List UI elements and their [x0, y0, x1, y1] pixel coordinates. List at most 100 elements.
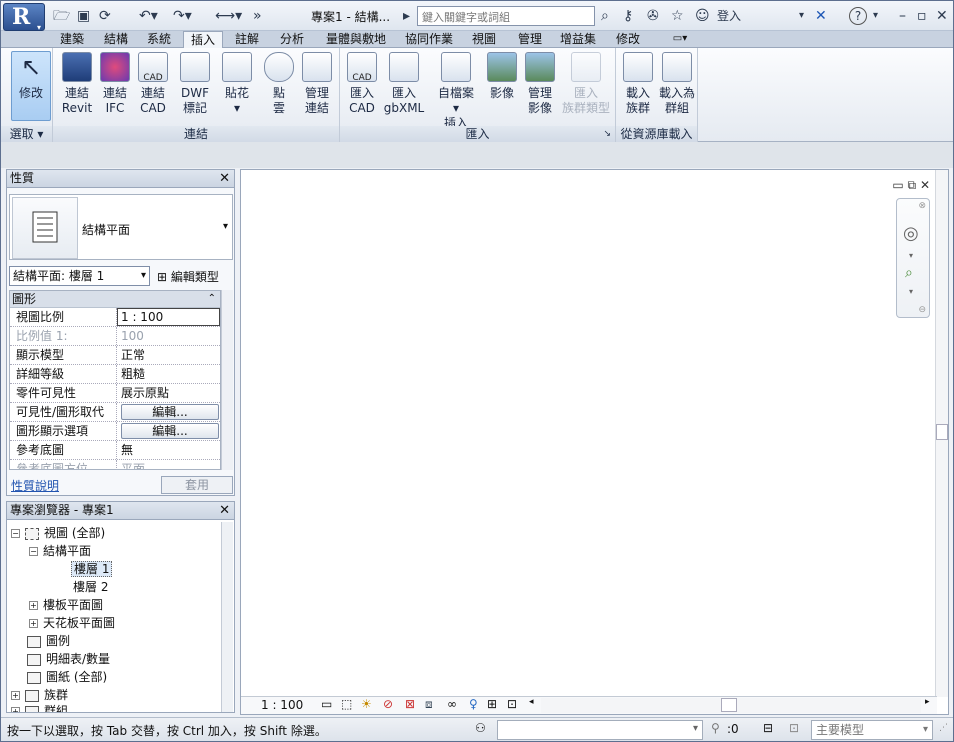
- expand-icon[interactable]: +: [29, 601, 38, 610]
- dwf-markup-button[interactable]: DWF 標記: [177, 52, 213, 116]
- sun-path-icon[interactable]: ☀: [361, 697, 372, 711]
- redo-icon[interactable]: ↷▾: [173, 6, 192, 26]
- navbar-options-icon[interactable]: ⊖: [918, 305, 926, 315]
- tree-node-ceiling-plans[interactable]: + 天花板平面圖: [29, 615, 115, 632]
- more-tools-icon[interactable]: »: [253, 6, 262, 26]
- save-icon[interactable]: ▣: [77, 6, 90, 26]
- main-model-combo[interactable]: 主要模型 ▾: [811, 720, 933, 740]
- filter-icon[interactable]: ⚲: [711, 721, 720, 735]
- constraints-icon[interactable]: ⊡: [507, 697, 517, 711]
- point-cloud-button[interactable]: 點雲: [261, 52, 297, 116]
- minimize-icon[interactable]: –: [899, 6, 906, 26]
- view-scale[interactable]: 1 : 100: [261, 698, 303, 712]
- signin-dropdown-icon[interactable]: ▾: [799, 6, 804, 26]
- editable-only-icon[interactable]: ⊡: [789, 721, 799, 735]
- apply-button[interactable]: 套用: [161, 476, 233, 494]
- dialog-launcher-icon[interactable]: ↘: [603, 126, 611, 142]
- canvas-horizontal-scrollbar[interactable]: [541, 698, 921, 713]
- collapse-icon[interactable]: −: [11, 529, 20, 538]
- tree-node-sheets[interactable]: 圖紙 (全部): [27, 669, 107, 686]
- satellite-icon[interactable]: ✇: [647, 6, 659, 26]
- tree-node-views[interactable]: − 視圖 (全部): [11, 525, 105, 542]
- chevron-down-icon[interactable]: ▾: [223, 221, 228, 232]
- properties-help-link[interactable]: 性質說明: [11, 477, 59, 494]
- search-input[interactable]: 鍵入關鍵字或詞組: [417, 6, 595, 26]
- application-menu-button[interactable]: R ▾: [3, 3, 45, 32]
- wheel-dropdown-icon[interactable]: ▾: [909, 251, 913, 260]
- tab-structure[interactable]: 結構: [97, 31, 135, 48]
- link-revit-button[interactable]: 連結 Revit: [59, 52, 95, 116]
- edit-type-button[interactable]: ⊞ 編輯類型: [157, 268, 219, 285]
- reveal-hidden-icon[interactable]: ♀: [469, 697, 478, 711]
- import-family-types-button[interactable]: 匯入 族群類型: [560, 52, 612, 116]
- tree-node-structural-plans[interactable]: − 結構平面: [29, 543, 91, 560]
- view-close-icon[interactable]: ✕: [920, 178, 930, 192]
- link-cad-button[interactable]: 連結CAD: [135, 52, 171, 116]
- sync-icon[interactable]: ⟳: [99, 6, 111, 26]
- tab-view[interactable]: 視圖: [463, 31, 505, 48]
- help-icon[interactable]: ?: [849, 7, 867, 25]
- zoom-dropdown-icon[interactable]: ▾: [909, 287, 913, 296]
- insert-from-file-button[interactable]: 自檔案▾ 插入: [436, 52, 476, 131]
- worksets-icon[interactable]: ⚇: [475, 721, 486, 735]
- properties-scrollbar[interactable]: [221, 290, 233, 470]
- show-crop-icon[interactable]: ⧈: [425, 697, 433, 712]
- tree-node-families[interactable]: + 族群: [11, 687, 68, 704]
- view-minimize-icon[interactable]: ▭: [892, 178, 903, 192]
- vg-overrides-edit-button[interactable]: 編輯...: [121, 404, 219, 420]
- tree-node-level-1[interactable]: 樓層 1: [71, 561, 113, 578]
- detail-level-icon[interactable]: ▭: [321, 697, 332, 711]
- temp-hide-icon[interactable]: ∞: [447, 697, 457, 711]
- tab-analyze[interactable]: 分析: [271, 31, 313, 48]
- select-panel-label[interactable]: 選取 ▾: [1, 126, 52, 142]
- link-ifc-button[interactable]: 連結 IFC: [97, 52, 133, 116]
- binoculars-icon[interactable]: ⌕: [601, 6, 609, 26]
- browser-scrollbar[interactable]: [221, 522, 233, 712]
- manage-images-button[interactable]: 管理 影像: [522, 52, 558, 116]
- modify-button[interactable]: ↖ 修改: [11, 51, 51, 121]
- tab-insert[interactable]: 插入: [183, 31, 223, 49]
- tree-node-legends[interactable]: 圖例: [27, 633, 70, 650]
- decal-button[interactable]: 貼花 ▾: [219, 52, 255, 116]
- canvas-vertical-scrollbar[interactable]: [935, 170, 948, 697]
- crop-view-icon[interactable]: ⊠: [405, 697, 415, 711]
- close-icon[interactable]: ✕: [936, 6, 948, 26]
- drawing-area[interactable]: ▭ ⧉ ✕ ⊗ ◎ ▾ ⌕ ▾ ⊖ 1 : 100 ▭ ⬚ ☀ ⊘ ⊠ ⧈ ∞ …: [240, 169, 949, 715]
- help-dropdown-icon[interactable]: ▾: [873, 6, 878, 26]
- expand-icon[interactable]: +: [11, 691, 20, 700]
- tree-node-groups[interactable]: + 群組: [11, 703, 68, 712]
- type-selector[interactable]: 結構平面 ▾: [9, 194, 233, 260]
- close-icon[interactable]: ✕: [219, 170, 230, 187]
- expand-icon[interactable]: +: [29, 619, 38, 628]
- close-icon[interactable]: ✕: [219, 502, 230, 519]
- expand-icon[interactable]: +: [11, 707, 20, 712]
- ribbon-minimize-icon[interactable]: ▭▾: [667, 31, 693, 48]
- tab-addins[interactable]: 增益集: [555, 31, 601, 48]
- key-icon[interactable]: ⚷: [623, 6, 633, 26]
- expand-search-icon[interactable]: ▸: [403, 6, 410, 26]
- zoom-region-icon[interactable]: ⌕: [905, 265, 913, 281]
- steering-wheel-icon[interactable]: ◎: [903, 223, 919, 244]
- user-icon[interactable]: ☺: [695, 6, 710, 26]
- manage-links-button[interactable]: 管理 連結: [299, 52, 335, 116]
- tab-architecture[interactable]: 建築: [51, 31, 93, 48]
- shadows-icon[interactable]: ⊘: [383, 697, 393, 711]
- signin-label[interactable]: 登入: [717, 6, 741, 26]
- import-gbxml-button[interactable]: 匯入 gbXML: [382, 52, 426, 116]
- analytical-model-icon[interactable]: ⊞: [487, 697, 497, 711]
- graphics-group-header[interactable]: 圖形 ⌃: [10, 291, 220, 308]
- load-family-button[interactable]: 載入 族群: [620, 52, 656, 116]
- design-options-icon[interactable]: ⊟: [763, 721, 773, 735]
- instance-filter-combo[interactable]: 結構平面: 樓層 1 ▾: [9, 266, 150, 286]
- tab-modify[interactable]: 修改: [605, 31, 651, 48]
- scroll-thumb[interactable]: [721, 698, 737, 712]
- collapse-icon[interactable]: −: [29, 547, 38, 556]
- tab-systems[interactable]: 系統: [139, 31, 179, 48]
- scroll-left-icon[interactable]: ◂: [529, 697, 534, 707]
- measure-icon[interactable]: ⟷▾: [215, 6, 242, 26]
- tab-collaborate[interactable]: 協同作業: [399, 31, 459, 48]
- scroll-right-icon[interactable]: ▸: [925, 697, 930, 707]
- open-icon[interactable]: 🗁: [53, 6, 70, 26]
- image-button[interactable]: 影像: [484, 52, 520, 101]
- scroll-thumb[interactable]: [936, 424, 948, 440]
